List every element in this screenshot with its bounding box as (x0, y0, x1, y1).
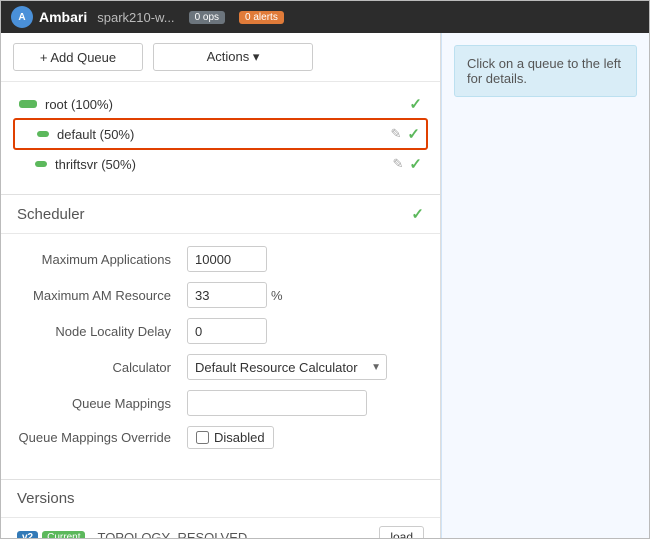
version-name: TOPOLOGY_RESOLVED (97, 530, 367, 539)
check-icon: ✓ (407, 125, 420, 143)
queue-item-default[interactable]: default (50%) ✎ ✓ (13, 118, 428, 150)
queue-actions: ✓ (409, 95, 422, 113)
version-current-badge: Current (42, 531, 85, 539)
queue-item-root[interactable]: root (100%) ✓ (13, 90, 428, 118)
max-am-resource-input[interactable] (187, 282, 267, 308)
queue-label: thriftsvr (50%) (55, 157, 385, 172)
ambari-logo: A (11, 6, 33, 28)
version-tag: v2 (17, 531, 38, 539)
max-am-resource-row: Maximum AM Resource % (17, 282, 424, 308)
versions-section: Versions v2 Current TOPOLOGY_RESOLVED lo… (1, 479, 440, 539)
queue-mappings-override-checkbox[interactable] (196, 431, 209, 444)
hint-text: Click on a queue to the left for details… (467, 56, 621, 86)
queue-label: default (50%) (57, 127, 383, 142)
queue-status-dot (37, 131, 49, 137)
max-am-resource-group: % (187, 282, 283, 308)
calculator-select-wrapper: Default Resource Calculator ▼ (187, 354, 387, 380)
calculator-label: Calculator (17, 360, 187, 375)
left-panel: + Add Queue Actions ▾ root (100%) ✓ defa… (1, 33, 441, 539)
version-row-v2: v2 Current TOPOLOGY_RESOLVED load (1, 518, 440, 539)
node-locality-delay-label: Node Locality Delay (17, 324, 187, 339)
queue-mappings-row: Queue Mappings (17, 390, 424, 416)
scheduler-section: Scheduler ✓ Maximum Applications Maximum… (1, 194, 440, 471)
calculator-select[interactable]: Default Resource Calculator (187, 354, 387, 380)
load-button-v2[interactable]: load (379, 526, 424, 539)
queue-mappings-input[interactable] (187, 390, 367, 416)
versions-title: Versions (1, 480, 440, 518)
max-applications-label: Maximum Applications (17, 252, 187, 267)
version-badge-v2: v2 Current (17, 531, 85, 539)
queue-item-thriftsvr[interactable]: thriftsvr (50%) ✎ ✓ (13, 150, 428, 178)
queue-mappings-override-text: Disabled (214, 430, 265, 445)
queue-actions: ✎ ✓ (391, 125, 420, 143)
queue-mappings-label: Queue Mappings (17, 396, 187, 411)
brand-name: Ambari (39, 9, 87, 25)
node-locality-delay-input[interactable] (187, 318, 267, 344)
queue-label: root (100%) (45, 97, 401, 112)
actions-button[interactable]: Actions ▾ (153, 43, 313, 71)
main-content: + Add Queue Actions ▾ root (100%) ✓ defa… (1, 33, 649, 539)
max-applications-input[interactable] (187, 246, 267, 272)
max-applications-row: Maximum Applications (17, 246, 424, 272)
check-icon: ✓ (411, 205, 424, 223)
cluster-name[interactable]: spark210-w... (97, 10, 174, 25)
max-am-resource-label: Maximum AM Resource (17, 288, 187, 303)
calculator-row: Calculator Default Resource Calculator ▼ (17, 354, 424, 380)
hint-box: Click on a queue to the left for details… (454, 45, 637, 97)
alerts-badge[interactable]: 0 alerts (239, 11, 284, 24)
pencil-icon: ✎ (391, 126, 402, 142)
navbar: A Ambari spark210-w... 0 ops 0 alerts (1, 1, 649, 33)
scheduler-form: Maximum Applications Maximum AM Resource… (1, 234, 440, 471)
queue-status-dot (35, 161, 47, 167)
queue-mappings-override-checkbox-label[interactable]: Disabled (187, 426, 274, 449)
scheduler-header: Scheduler ✓ (1, 195, 440, 234)
ops-badge[interactable]: 0 ops (189, 11, 225, 24)
scheduler-title: Scheduler (17, 206, 85, 223)
toolbar: + Add Queue Actions ▾ (1, 33, 440, 82)
percent-addon: % (271, 288, 283, 303)
brand: A Ambari (11, 6, 87, 28)
check-icon: ✓ (409, 155, 422, 173)
pencil-icon: ✎ (393, 156, 404, 172)
add-queue-button[interactable]: + Add Queue (13, 43, 143, 71)
queue-list: root (100%) ✓ default (50%) ✎ ✓ (1, 82, 440, 186)
right-panel: Click on a queue to the left for details… (441, 33, 649, 539)
queue-mappings-override-row: Queue Mappings Override Disabled (17, 426, 424, 449)
queue-actions: ✎ ✓ (393, 155, 422, 173)
node-locality-delay-row: Node Locality Delay (17, 318, 424, 344)
queue-mappings-override-label: Queue Mappings Override (17, 430, 187, 445)
queue-status-dot (19, 100, 37, 108)
check-icon: ✓ (409, 95, 422, 113)
